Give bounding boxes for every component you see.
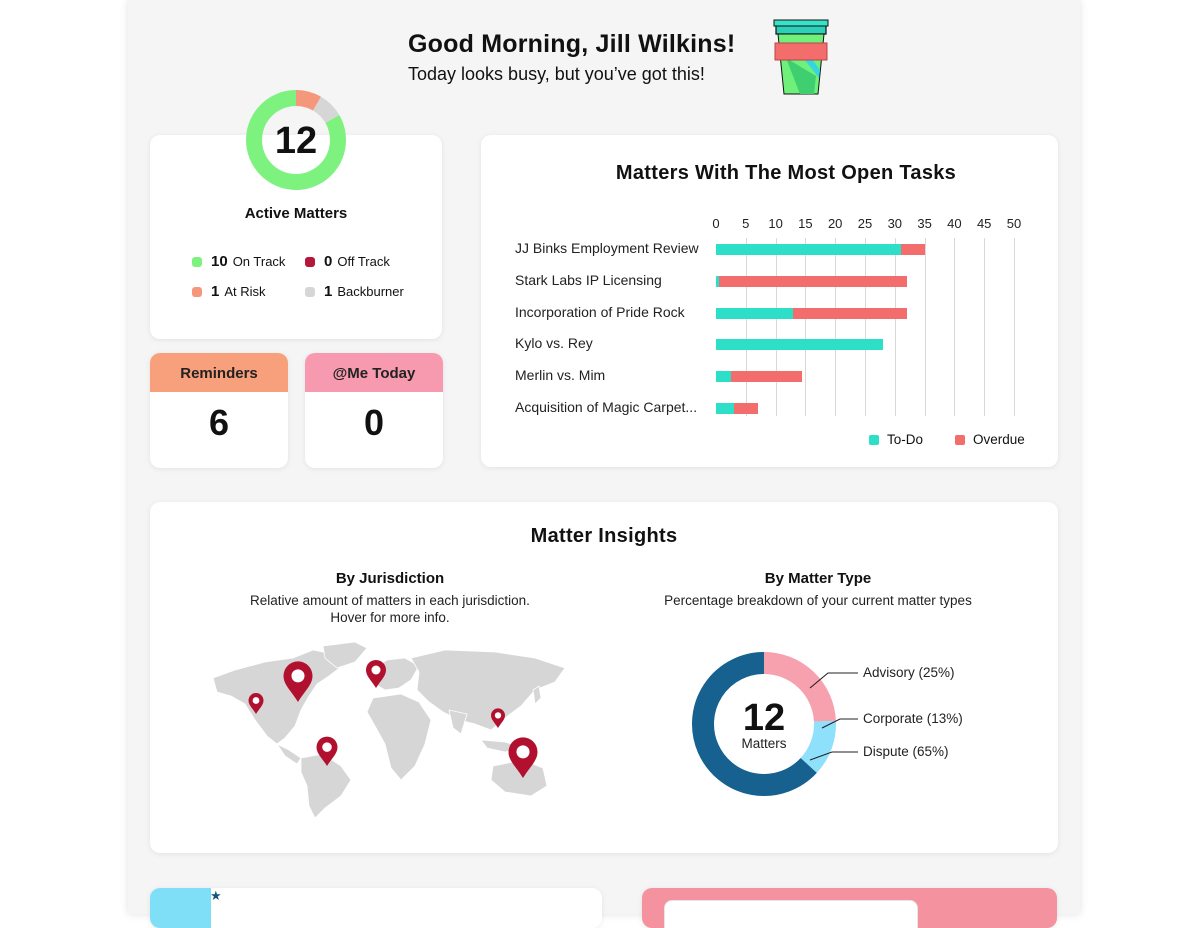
reminders-label: Reminders (150, 353, 288, 392)
legend-off-track: 0 Off Track (305, 253, 390, 270)
backburner-dot (305, 286, 315, 297)
bar-segment-todo[interactable] (716, 339, 883, 351)
bottom-left-card: ★ (150, 888, 602, 928)
bar-segment-todo[interactable] (716, 244, 901, 255)
matter-type-desc: Percentage breakdown of your current mat… (664, 593, 972, 608)
off-track-dot (305, 256, 315, 267)
me-today-tile[interactable]: @Me Today 0 (305, 353, 443, 468)
bar-segment-todo[interactable] (716, 403, 734, 414)
on-track-count: 10 (211, 253, 228, 270)
me-today-count: 0 (363, 402, 385, 443)
donut-leader-lines (809, 672, 858, 761)
active-matters-ring: 12 (246, 90, 346, 190)
map-africa (366, 693, 432, 781)
slice-label-corporate: Corporate (13%) (863, 711, 963, 726)
overdue-label: Overdue (973, 432, 1025, 447)
matter-type-title: By Matter Type (764, 570, 872, 587)
overdue-swatch (955, 434, 965, 445)
slice-label-advisory: Advisory (25%) (863, 665, 955, 680)
on-track-dot (192, 256, 202, 267)
reminders-tile[interactable]: Reminders 6 (150, 353, 288, 468)
bar-segment-overdue[interactable] (793, 307, 907, 319)
bottom-left-card-accent (150, 888, 211, 928)
jurisdiction-desc-1: Relative amount of matters in each juris… (250, 593, 530, 608)
backburner-count: 1 (324, 283, 333, 300)
ring-segment-backburner (312, 96, 340, 124)
world-map[interactable] (205, 640, 575, 820)
legend-todo: To-Do (869, 432, 923, 447)
jurisdiction-desc-2: Hover for more info. (330, 610, 450, 625)
bottom-right-card (642, 888, 1057, 928)
ring-segment-at-risk (295, 90, 321, 111)
at-risk-count: 1 (211, 283, 220, 300)
todo-swatch (869, 434, 879, 445)
slice-label-dispute: Dispute (65%) (863, 744, 949, 759)
open-tasks-title: Matters With The Most Open Tasks (615, 162, 957, 184)
off-track-label: Off Track (337, 254, 390, 269)
at-risk-label: At Risk (224, 284, 266, 299)
active-matters-label: Active Matters (244, 205, 348, 222)
star-icon: ★ (210, 888, 222, 903)
bar-segment-overdue[interactable] (733, 403, 758, 414)
matter-type-count-label: Matters (741, 736, 786, 751)
bottom-right-inner-panel (664, 900, 918, 928)
map-north-america (212, 649, 346, 745)
legend-on-track: 10 On Track (192, 253, 285, 270)
me-today-label: @Me Today (305, 353, 443, 392)
matter-insights-title: Matter Insights (530, 525, 678, 547)
todo-label: To-Do (887, 432, 924, 447)
jurisdiction-title: By Jurisdiction (335, 570, 445, 587)
at-risk-dot (192, 286, 202, 297)
coffee-cup-icon (773, 19, 829, 95)
active-matters-count: 12 (275, 120, 317, 162)
bar-segment-overdue[interactable] (718, 275, 907, 287)
on-track-label: On Track (232, 254, 286, 269)
map-central-america (275, 742, 302, 765)
legend-overdue: Overdue (955, 432, 1025, 447)
greeting-subtitle: Today looks busy, but you’ve got this! (408, 64, 705, 84)
reminders-count: 6 (208, 402, 230, 443)
bar-segment-overdue[interactable] (730, 371, 803, 383)
legend-backburner: 1 Backburner (305, 283, 404, 300)
legend-at-risk: 1 At Risk (192, 283, 266, 300)
bar-segment-todo[interactable] (716, 307, 794, 319)
map-asia (410, 649, 566, 731)
greeting-title: Good Morning, Jill Wilkins! (408, 30, 736, 58)
backburner-label: Backburner (337, 284, 404, 299)
bar-segment-overdue[interactable] (900, 244, 925, 255)
map-india (448, 709, 468, 735)
matter-type-count: 12 (743, 697, 785, 739)
off-track-count: 0 (324, 253, 333, 270)
bar-segment-todo[interactable] (716, 371, 731, 383)
